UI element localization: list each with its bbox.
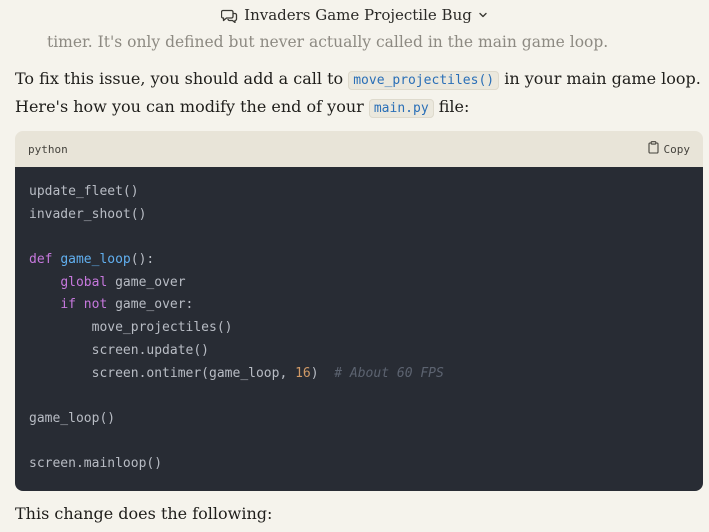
code-token: screen.mainloop() xyxy=(29,456,163,472)
code-token: screen.update() xyxy=(29,342,210,358)
fix-paragraph: To fix this issue, you should add a call… xyxy=(15,68,701,92)
code-token: move_projectiles() xyxy=(29,320,233,336)
code-token: (): xyxy=(130,252,155,268)
code-token: def xyxy=(29,252,53,268)
clipboard-icon xyxy=(647,141,659,157)
code-line: screen.mainloop() xyxy=(29,453,689,476)
code-token: game_loop() xyxy=(29,410,116,426)
code-token: if xyxy=(60,297,76,313)
paragraph-text: in your main game loop. xyxy=(499,69,701,88)
code-line: def game_loop(): xyxy=(29,249,689,272)
change-description-paragraph: This change does the following: xyxy=(15,504,273,523)
code-token: global xyxy=(60,274,108,290)
code-line: game_loop() xyxy=(29,408,689,431)
code-token: game_over: xyxy=(107,297,194,313)
code-token: screen.ontimer(game_loop, xyxy=(29,365,296,381)
code-token: not xyxy=(83,297,108,313)
conversation-header: Invaders Game Projectile Bug xyxy=(0,0,709,30)
conversation-title-button[interactable]: Invaders Game Projectile Bug xyxy=(221,6,488,24)
paragraph-text: Here's how you can modify the end of you… xyxy=(15,97,369,116)
paragraph-text: file: xyxy=(433,97,470,116)
code-content: update_fleet() invader_shoot()def game_lo… xyxy=(15,167,703,491)
code-language-label: python xyxy=(28,142,68,156)
chevron-down-icon xyxy=(478,10,488,20)
code-token: 16 xyxy=(295,365,311,381)
code-line: update_fleet() xyxy=(29,181,689,204)
code-line: screen.ontimer(game_loop, 16) # About 60… xyxy=(29,363,689,386)
code-line: invader_shoot() xyxy=(29,204,689,227)
chat-bubbles-icon xyxy=(221,8,238,23)
inline-code-move-projectiles: move_projectiles() xyxy=(348,71,500,90)
code-token: update_fleet() xyxy=(29,184,139,199)
copy-label: Copy xyxy=(663,142,691,156)
code-block: python Copy update_fleet() invader_shoot(… xyxy=(15,131,703,491)
copy-button[interactable]: Copy xyxy=(647,141,691,157)
code-line: move_projectiles() xyxy=(29,317,689,340)
inline-code-main-py: main.py xyxy=(368,99,434,118)
paragraph-text: To fix this issue, you should add a call… xyxy=(15,69,349,88)
code-token: ) xyxy=(310,365,335,381)
code-token: # About 60 FPS xyxy=(334,365,444,381)
code-block-header: python Copy xyxy=(15,131,703,167)
code-line: screen.update() xyxy=(29,340,689,363)
code-line: global game_over xyxy=(29,272,689,295)
code-token: game_over xyxy=(107,274,186,290)
conversation-title: Invaders Game Projectile Bug xyxy=(244,6,472,24)
code-token: invader_shoot() xyxy=(29,206,147,222)
code-line: if not game_over: xyxy=(29,294,689,317)
modify-paragraph: Here's how you can modify the end of you… xyxy=(15,96,469,120)
previous-text-line: timer. It's only defined but never actua… xyxy=(47,33,609,51)
code-token: game_loop xyxy=(60,252,131,268)
